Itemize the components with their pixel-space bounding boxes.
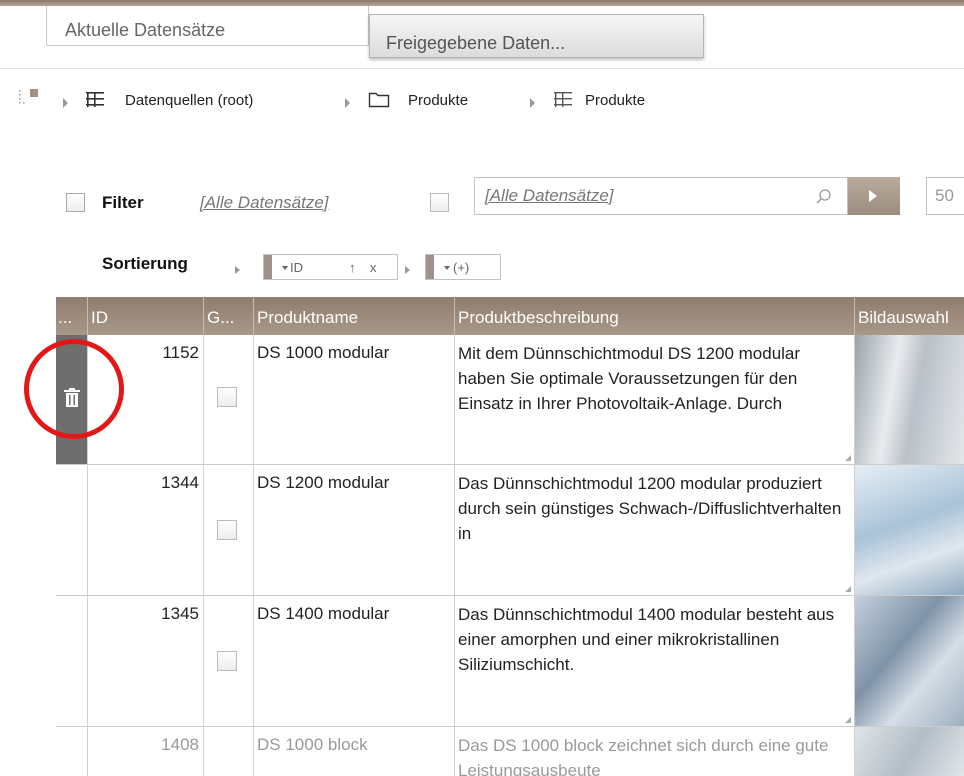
drag-handle[interactable] (426, 255, 434, 279)
image-thumbnail[interactable] (854, 596, 964, 726)
search-input[interactable]: [Alle Datensätze] (474, 177, 848, 215)
row-action-cell[interactable] (56, 465, 87, 595)
data-grid: ... ID G... Produktname Produktbeschreib… (56, 297, 964, 776)
g-cell[interactable] (203, 335, 253, 464)
description-text: Das Dünnschichtmodul 1400 modular besteh… (458, 605, 835, 674)
column-header-description[interactable]: Produktbeschreibung (454, 297, 854, 335)
name-cell[interactable]: DS 1000 modular (253, 335, 454, 464)
image-thumbnail[interactable] (854, 335, 964, 464)
column-header-id[interactable]: ID (87, 297, 203, 335)
image-thumbnail[interactable] (854, 727, 964, 776)
chevron-right-icon (530, 98, 535, 108)
row-action-cell[interactable] (56, 596, 87, 726)
row-checkbox[interactable] (217, 387, 237, 407)
folder-icon (368, 90, 390, 112)
description-cell[interactable]: Das Dünnschichtmodul 1200 modular produz… (454, 465, 854, 595)
table-row[interactable]: 1345 DS 1400 modular Das Dünnschichtmodu… (56, 596, 964, 727)
tree-root-icon[interactable] (16, 88, 42, 114)
description-text: Das DS 1000 block zeichnet sich durch ei… (458, 736, 829, 776)
breadcrumb-item-products-folder[interactable]: Produkte (408, 92, 468, 109)
search-icon[interactable] (815, 188, 833, 211)
resize-handle[interactable] (845, 717, 851, 723)
table-icon (85, 90, 105, 112)
table-row[interactable]: 1408 DS 1000 block Das DS 1000 block zei… (56, 727, 964, 776)
name-cell[interactable]: DS 1200 modular (253, 465, 454, 595)
column-header-productname[interactable]: Produktname (253, 297, 454, 335)
row-checkbox[interactable] (217, 651, 237, 671)
table-row[interactable]: 1344 DS 1200 modular Das Dünnschichtmodu… (56, 465, 964, 596)
g-cell[interactable] (203, 596, 253, 726)
id-cell[interactable]: 1345 (87, 596, 203, 726)
chevron-right-icon (405, 266, 410, 274)
chevron-right-icon (63, 98, 68, 108)
chevron-down-icon[interactable] (282, 266, 288, 270)
sort-chip-id[interactable]: ID ↑ x (263, 254, 398, 280)
drag-handle[interactable] (264, 255, 272, 279)
row-checkbox[interactable] (217, 520, 237, 540)
page-size-value: 50 (935, 186, 954, 205)
filter-checkbox[interactable] (66, 193, 85, 212)
sort-direction-icon[interactable]: ↑ (349, 260, 356, 275)
description-text: Mit dem Dünnschichtmodul DS 1200 modular… (458, 344, 801, 413)
tab-shared-data[interactable]: Freigegebene Daten... (369, 14, 704, 58)
column-header-g[interactable]: G... (203, 297, 253, 335)
chevron-right-icon (345, 98, 350, 108)
page-size-field[interactable]: 50 (926, 177, 964, 215)
filter-link[interactable]: [Alle Datensätze] (200, 193, 329, 213)
tab-shared-label: Freigegebene Daten... (386, 33, 566, 53)
description-cell[interactable]: Das DS 1000 block zeichnet sich durch ei… (454, 727, 854, 776)
breadcrumb-item-products-table[interactable]: Produkte (585, 92, 645, 109)
play-icon (869, 190, 877, 202)
search-input-value: [Alle Datensätze] (485, 186, 614, 205)
id-cell[interactable]: 1408 (87, 727, 203, 776)
search-go-button[interactable] (848, 177, 900, 215)
column-header-image[interactable]: Bildauswahl (854, 297, 964, 335)
sort-chip-add[interactable]: (+) (425, 254, 501, 280)
name-cell[interactable]: DS 1400 modular (253, 596, 454, 726)
id-cell[interactable]: 1344 (87, 465, 203, 595)
g-cell[interactable] (203, 727, 253, 776)
column-header-actions[interactable]: ... (56, 297, 87, 335)
chevron-down-icon[interactable] (444, 266, 450, 270)
tab-current-records[interactable]: Aktuelle Datensätze (46, 6, 369, 46)
description-text: Das Dünnschichtmodul 1200 modular produz… (458, 474, 842, 543)
table-row[interactable]: 1152 DS 1000 modular Mit dem Dünnschicht… (56, 335, 964, 465)
row-action-cell[interactable] (56, 727, 87, 776)
table-header: ... ID G... Produktname Produktbeschreib… (56, 297, 964, 335)
resize-handle[interactable] (845, 455, 851, 461)
sort-chip-id-label: ID (290, 260, 303, 275)
highlight-circle (24, 339, 124, 439)
breadcrumb-item-datasources[interactable]: Datenquellen (root) (125, 92, 253, 109)
description-cell[interactable]: Mit dem Dünnschichtmodul DS 1200 modular… (454, 335, 854, 464)
divider (0, 68, 964, 69)
sort-add-label: (+) (453, 260, 470, 275)
breadcrumb: Datenquellen (root) Produkte Produkte (0, 88, 964, 114)
resize-handle[interactable] (845, 586, 851, 592)
search-checkbox[interactable] (430, 193, 449, 212)
table-icon (553, 90, 573, 112)
name-cell[interactable]: DS 1000 block (253, 727, 454, 776)
g-cell[interactable] (203, 465, 253, 595)
description-cell[interactable]: Das Dünnschichtmodul 1400 modular besteh… (454, 596, 854, 726)
sort-remove-button[interactable]: x (370, 260, 377, 275)
sort-label: Sortierung (102, 254, 188, 273)
image-thumbnail[interactable] (854, 465, 964, 595)
chevron-right-icon (235, 266, 240, 274)
tab-current-label: Aktuelle Datensätze (65, 20, 226, 40)
filter-label: Filter (102, 193, 144, 212)
